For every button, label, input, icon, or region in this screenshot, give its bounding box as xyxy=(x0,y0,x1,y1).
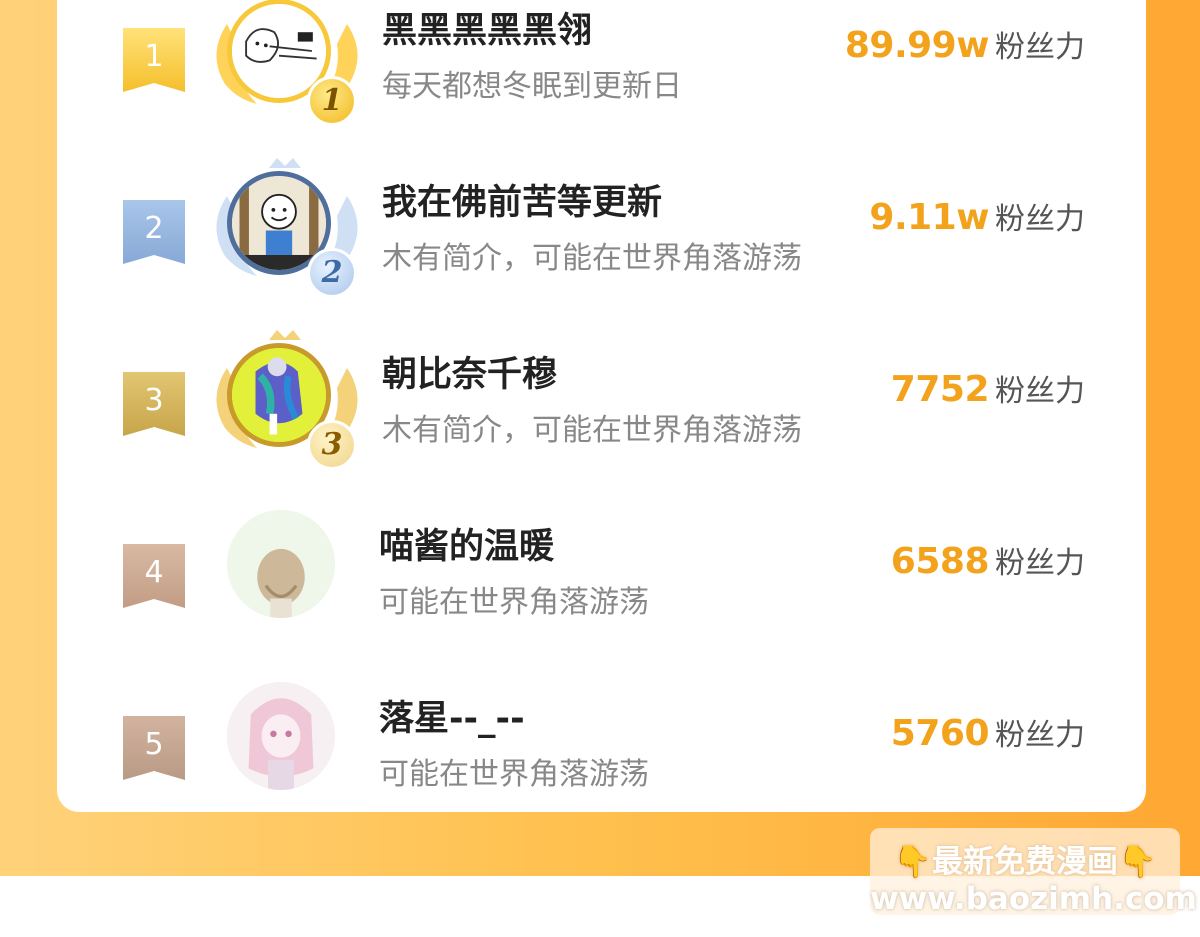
ranking-row-3[interactable]: 3 3 朝比奈千穆 木有简介，可能在世界角落游荡 7752 粉丝力 xyxy=(57,330,1146,510)
rank-badge-1: 1 xyxy=(307,76,357,126)
rank-badge-3: 3 xyxy=(307,420,357,470)
ranking-card: 1 1 黑黑黑黑黑翎 每天都想冬眠到更新日 89.99w 粉丝力 2 2 我在佛… xyxy=(57,0,1146,812)
avatar-4 xyxy=(227,510,335,618)
fan-score: 6588 粉丝力 xyxy=(891,538,1085,582)
fan-score-value: 7752 xyxy=(890,369,990,410)
fan-score: 7752 粉丝力 xyxy=(891,366,1085,410)
fan-score-unit: 粉丝力 xyxy=(995,374,1085,409)
watermark-title-line: 👇最新免费漫画👇 xyxy=(870,836,1180,881)
user-name: 落星--_-- xyxy=(379,699,525,739)
fan-score-value: 5760 xyxy=(890,713,990,754)
fan-score-unit: 粉丝力 xyxy=(995,202,1085,237)
fan-score-unit: 粉丝力 xyxy=(995,718,1085,753)
rank-ribbon-3: 3 xyxy=(123,372,185,436)
watermark-title: 最新免费漫画 xyxy=(932,844,1118,880)
site-watermark[interactable]: 👇最新免费漫画👇 www.baozimh.com xyxy=(870,828,1197,917)
rank-ribbon-4: 4 xyxy=(123,544,185,608)
user-name: 朝比奈千穆 xyxy=(382,355,558,395)
rank-ribbon-2: 2 xyxy=(123,200,185,264)
fan-score: 89.99w 粉丝力 xyxy=(845,22,1085,66)
user-name: 黑黑黑黑黑翎 xyxy=(382,11,593,51)
fan-score-unit: 粉丝力 xyxy=(995,546,1085,581)
ranking-row-1[interactable]: 1 1 黑黑黑黑黑翎 每天都想冬眠到更新日 89.99w 粉丝力 xyxy=(57,0,1146,166)
pointing-down-hand-icon: 👇 xyxy=(1118,844,1157,880)
fan-score-value: 6588 xyxy=(890,541,990,582)
user-description: 可能在世界角落游荡 xyxy=(379,585,649,620)
user-description: 木有简介，可能在世界角落游荡 xyxy=(382,241,802,276)
user-name: 我在佛前苦等更新 xyxy=(382,183,663,223)
avatar-frame-plain[interactable] xyxy=(227,510,387,660)
rank-badge-2: 2 xyxy=(307,248,357,298)
watermark-url[interactable]: www.baozimh.com xyxy=(870,881,1197,917)
rank-ribbon-1: 1 xyxy=(123,28,185,92)
user-description: 可能在世界角落游荡 xyxy=(379,757,649,792)
user-description: 木有简介，可能在世界角落游荡 xyxy=(382,413,802,448)
rank-ribbon-5: 5 xyxy=(123,716,185,780)
fan-score: 5760 粉丝力 xyxy=(891,710,1085,754)
avatar-frame-gold[interactable]: 1 xyxy=(207,0,367,134)
ranking-row-2[interactable]: 2 2 我在佛前苦等更新 木有简介，可能在世界角落游荡 9.11w 粉丝力 xyxy=(57,158,1146,338)
user-name: 喵酱的温暖 xyxy=(379,527,555,567)
ranking-row-4[interactable]: 4 喵酱的温暖 可能在世界角落游荡 6588 粉丝力 xyxy=(57,510,1146,682)
avatar-frame-plain[interactable] xyxy=(227,682,387,832)
avatar-5 xyxy=(227,682,335,790)
pointing-down-hand-icon: 👇 xyxy=(893,844,932,880)
fan-score-unit: 粉丝力 xyxy=(995,30,1085,65)
fan-score-value: 9.11w xyxy=(869,197,989,238)
avatar-frame-bronze[interactable]: 3 xyxy=(207,328,367,478)
avatar-frame-silver[interactable]: 2 xyxy=(207,156,367,306)
fan-score: 9.11w 粉丝力 xyxy=(869,194,1085,238)
fan-score-value: 89.99w xyxy=(844,25,990,66)
user-description: 每天都想冬眠到更新日 xyxy=(382,69,682,104)
